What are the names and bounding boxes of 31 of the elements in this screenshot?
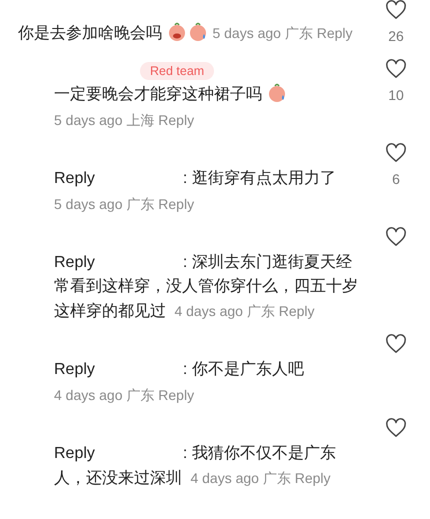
reply-link[interactable]: Reply [158,112,194,128]
like-count: 26 [388,27,404,46]
comment-text: 一定要晚会才能穿这种裙子吗 [54,83,366,107]
like-count: 6 [392,170,400,189]
team-badge: Red team [140,62,214,80]
location: 上海 [126,112,154,128]
reply-link[interactable]: Reply [278,303,315,319]
like-count: 10 [388,86,404,105]
reply-link[interactable]: Reply [158,196,194,212]
reply-link[interactable]: Reply [294,470,331,486]
reply-link[interactable]: Reply [316,25,353,41]
heart-icon[interactable] [385,0,407,20]
timestamp: 5 days ago [54,112,122,128]
comment-text: Reply : 我猜你不仅不是广东人，还没来过深圳 4 days ago 广东 Reply [54,444,337,489]
heart-icon[interactable] [385,334,407,354]
sticker-icon [188,22,208,42]
location: 广东 [126,387,154,403]
comment-text: Reply : 你不是广东人吧 [54,360,305,380]
sticker-icon [167,22,188,42]
comment-text: Reply : 逛街穿有点太用力了 [54,168,337,189]
reply-link[interactable]: Reply [158,387,194,403]
heart-icon[interactable] [385,59,407,79]
comment-text: 你是去参加啥晚会吗 5 days ago 广东 Reply [18,21,378,46]
sticker-icon [267,83,288,103]
heart-icon[interactable] [385,418,407,438]
heart-icon[interactable] [385,227,407,247]
location: 广东 [126,196,154,212]
comment-text: Reply : 深圳去东门逛街夏天经常看到这样穿，没人管你穿什么，四五十岁这样穿的都见过 4 days ago 广东 Reply [54,252,359,322]
heart-icon[interactable] [385,143,407,163]
timestamp: 5 days ago [54,196,122,212]
timestamp: 4 days ago [54,387,122,403]
